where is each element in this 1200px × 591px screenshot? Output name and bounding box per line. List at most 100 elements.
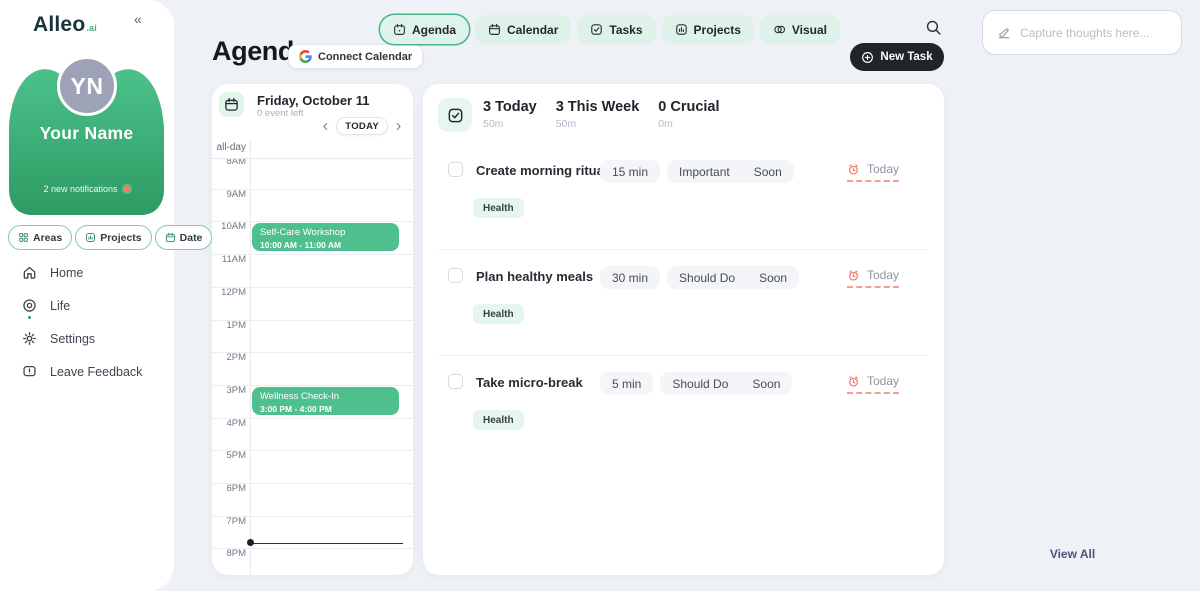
top-nav: Agenda Calendar Tasks Projects Visual xyxy=(380,15,840,44)
hour-row: 5PM xyxy=(212,450,413,451)
hour-label: 12PM xyxy=(212,287,246,298)
filter-pill[interactable]: Areas xyxy=(8,225,72,250)
view-all-link[interactable]: View All xyxy=(955,547,1190,561)
hour-label: 5PM xyxy=(212,450,246,461)
sidebar-nav-item[interactable]: Settings xyxy=(22,330,142,347)
priority-chip[interactable]: Important Soon xyxy=(667,160,794,183)
areas-icon xyxy=(18,232,29,243)
due-badge[interactable]: Today xyxy=(847,162,899,182)
filter-pill[interactable]: Projects xyxy=(75,225,151,250)
sidebar-nav-item[interactable]: Life xyxy=(22,297,142,314)
sidebar-collapse-icon[interactable]: « xyxy=(134,11,142,27)
calendar-event[interactable]: Wellness Check-In 3:00 PM - 4:00 PM xyxy=(252,387,399,415)
tab-label: Projects xyxy=(694,23,741,37)
google-icon xyxy=(299,50,312,63)
hour-label: 3PM xyxy=(212,385,246,396)
projects-icon xyxy=(675,23,688,36)
due-badge[interactable]: Today xyxy=(847,374,899,394)
alarm-icon xyxy=(847,269,860,282)
avatar: YN xyxy=(57,56,117,116)
life-icon xyxy=(22,298,37,313)
alarm-icon xyxy=(847,375,860,388)
calendar-date-title: Friday, October 11 xyxy=(257,93,369,108)
filter-label: Date xyxy=(180,232,203,244)
stat-count: 3 This Week xyxy=(556,99,640,115)
tab-label: Calendar xyxy=(507,23,558,37)
new-task-button[interactable]: New Task xyxy=(850,43,944,71)
hour-row: 4PM xyxy=(212,418,413,419)
connect-calendar-label: Connect Calendar xyxy=(318,51,412,63)
top-nav-tab[interactable]: Visual xyxy=(760,15,840,44)
notifications-link[interactable]: 2 new notifications xyxy=(9,184,164,194)
event-time: 10:00 AM - 11:00 AM xyxy=(260,240,391,250)
calendar-panel-icon xyxy=(219,92,244,117)
stat-block: 3 Today 50m xyxy=(483,99,537,130)
hour-row: 7PM xyxy=(212,516,413,517)
task-tag[interactable]: Health xyxy=(473,198,524,218)
urgency-label: Soon xyxy=(752,377,780,391)
task-row[interactable]: Plan healthy meals 30 min Should Do Soon… xyxy=(439,266,928,356)
sidebar-nav-label: Leave Feedback xyxy=(50,365,142,379)
priority-label: Important xyxy=(679,165,730,179)
tab-label: Tasks xyxy=(609,23,642,37)
hour-label: 10AM xyxy=(212,221,246,232)
priority-chip[interactable]: Should Do Soon xyxy=(667,266,799,289)
calendar-event[interactable]: Self-Care Workshop 10:00 AM - 11:00 AM xyxy=(252,223,399,251)
hour-label: 8PM xyxy=(212,548,246,559)
calendar-icon xyxy=(224,97,239,112)
hour-label: 2PM xyxy=(212,352,246,363)
task-tag[interactable]: Health xyxy=(473,410,524,430)
stat-duration: 0m xyxy=(658,118,719,130)
sidebar-nav-label: Life xyxy=(50,299,70,313)
hour-row: 2PM xyxy=(212,352,413,353)
urgency-label: Soon xyxy=(754,165,782,179)
tasks-stats: 3 Today 50m 3 This Week 50m 0 Crucial 0m xyxy=(483,99,720,130)
top-nav-tab[interactable]: Agenda xyxy=(380,15,469,44)
due-label: Today xyxy=(867,268,899,282)
top-nav-tab[interactable]: Calendar xyxy=(475,15,571,44)
hour-row: 3PM xyxy=(212,385,413,386)
sidebar-nav-item[interactable]: Leave Feedback xyxy=(22,363,142,380)
hour-label: 11AM xyxy=(212,254,246,265)
priority-label: Should Do xyxy=(672,377,728,391)
task-row[interactable]: Create morning ritual 15 min Important S… xyxy=(439,160,928,250)
chevron-right-icon[interactable] xyxy=(393,121,404,132)
duration-chip[interactable]: 5 min xyxy=(600,372,653,395)
search-icon[interactable] xyxy=(925,19,942,36)
today-button[interactable]: TODAY xyxy=(336,117,388,135)
task-checkbox[interactable] xyxy=(448,268,463,283)
task-checkbox[interactable] xyxy=(448,374,463,389)
hour-label: 6PM xyxy=(212,483,246,494)
event-title: Self-Care Workshop xyxy=(260,227,391,238)
task-checkbox[interactable] xyxy=(448,162,463,177)
hour-row: 10AM xyxy=(212,221,413,222)
event-title: Wellness Check-In xyxy=(260,391,391,402)
alarm-icon xyxy=(847,163,860,176)
due-badge[interactable]: Today xyxy=(847,268,899,288)
priority-chip[interactable]: Should Do Soon xyxy=(660,372,792,395)
filter-pill[interactable]: Date xyxy=(155,225,213,250)
filter-label: Projects xyxy=(100,232,141,244)
task-row[interactable]: Take micro-break 5 min Should Do Soon To… xyxy=(439,372,928,462)
task-tag[interactable]: Health xyxy=(473,304,524,324)
duration-chip[interactable]: 30 min xyxy=(600,266,660,289)
top-nav-tab[interactable]: Tasks xyxy=(577,15,655,44)
task-list: Create morning ritual 15 min Important S… xyxy=(423,160,944,478)
event-time: 3:00 PM - 4:00 PM xyxy=(260,404,391,414)
connect-calendar-button[interactable]: Connect Calendar xyxy=(288,44,423,69)
tasks-icon xyxy=(590,23,603,36)
capture-input[interactable] xyxy=(1020,26,1167,40)
pen-icon xyxy=(997,26,1011,40)
task-chips: 5 min Should Do Soon xyxy=(600,372,792,395)
duration-chip[interactable]: 15 min xyxy=(600,160,660,183)
stat-block: 0 Crucial 0m xyxy=(658,99,719,130)
feedback-icon xyxy=(22,364,37,379)
chevron-left-icon[interactable] xyxy=(320,121,331,132)
capture-box xyxy=(982,10,1182,55)
tab-label: Visual xyxy=(792,23,827,37)
task-title: Create morning ritual xyxy=(476,163,607,178)
sidebar-nav-item[interactable]: Home xyxy=(22,264,142,281)
top-nav-tab[interactable]: Projects xyxy=(662,15,754,44)
stat-duration: 50m xyxy=(483,118,537,130)
hour-row: 12PM xyxy=(212,287,413,288)
